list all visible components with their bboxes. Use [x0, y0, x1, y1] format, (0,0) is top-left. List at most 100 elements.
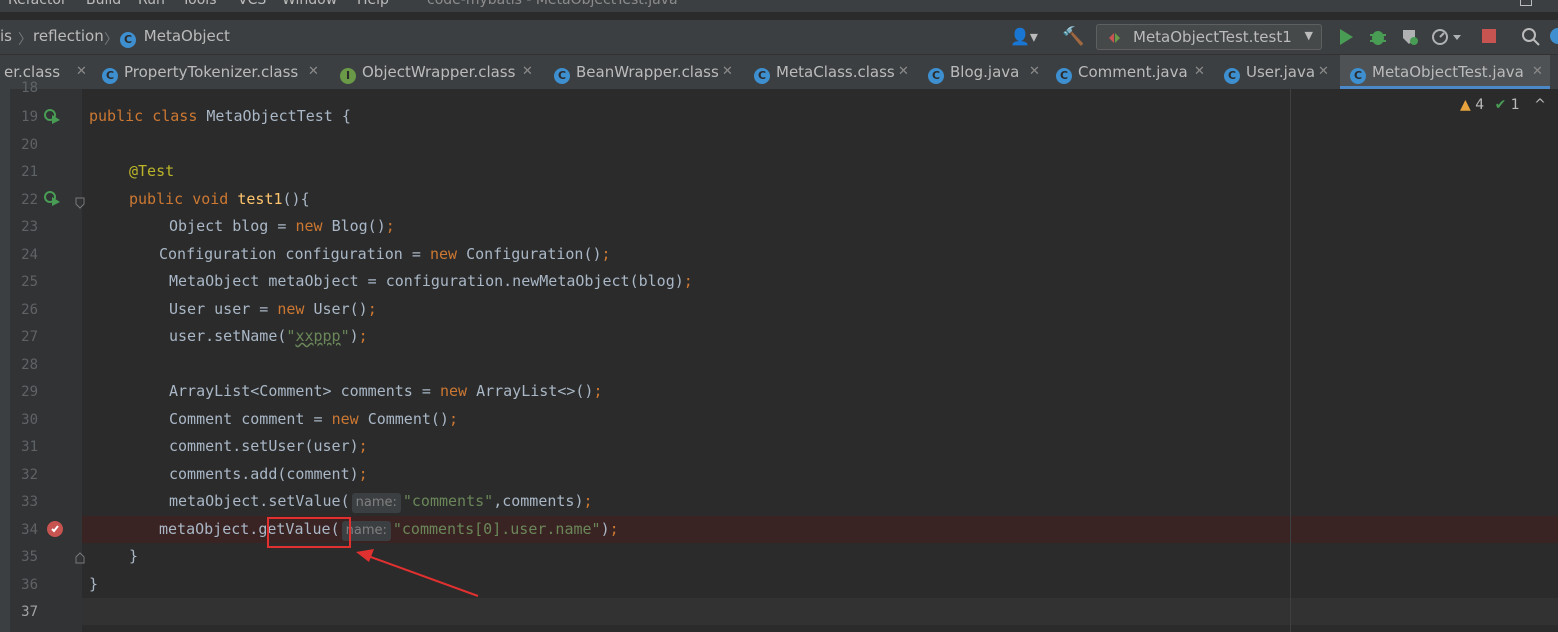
- code-text: Configuration configuration =: [159, 245, 430, 263]
- code-line-31[interactable]: comment.setUser(user);: [169, 437, 368, 455]
- restore-window-icon[interactable]: [1520, 0, 1532, 6]
- code-line-24[interactable]: Configuration configuration = new Config…: [159, 245, 611, 263]
- code-text: }: [129, 547, 139, 565]
- line-number: 26: [21, 302, 38, 318]
- breadcrumb-item[interactable]: is: [0, 27, 12, 45]
- tab-beanwrapper[interactable]: C BeanWrapper.class ✕: [554, 55, 740, 89]
- user-account-icon[interactable]: 👤▾: [1010, 27, 1038, 47]
- class-icon: C: [554, 68, 570, 84]
- search-icon[interactable]: [1521, 27, 1541, 51]
- code-text: metaObject.setValue(: [169, 492, 350, 510]
- close-icon[interactable]: ✕: [1194, 64, 1205, 79]
- code-text: (){: [282, 190, 310, 208]
- close-icon[interactable]: ✕: [76, 64, 87, 79]
- tab-label: MetaObjectTest.java: [1372, 63, 1524, 81]
- code-text: comment.setUser(user): [169, 437, 359, 455]
- warning-icon: ▲: [1460, 97, 1471, 113]
- breakpoint-icon[interactable]: [46, 520, 64, 542]
- close-icon[interactable]: ✕: [898, 64, 909, 79]
- close-icon[interactable]: ✕: [1029, 64, 1040, 79]
- code-line-34[interactable]: metaObject.getValue(name: "comments[0].us…: [159, 520, 619, 541]
- line-number: 32: [21, 467, 38, 483]
- run-configuration-select[interactable]: MetaObjectTest.test1 ▼: [1096, 24, 1322, 50]
- breadcrumb-separator-icon: 〉: [18, 32, 32, 48]
- code-editor[interactable]: [82, 89, 1558, 632]
- line-number: 27: [21, 329, 38, 345]
- code-line-22[interactable]: public void test1(){: [129, 190, 310, 208]
- tab-metaclass[interactable]: C MetaClass.class ✕: [754, 55, 920, 89]
- close-icon[interactable]: ✕: [308, 64, 319, 79]
- chevron-up-icon[interactable]: ^: [1534, 97, 1546, 113]
- line-number: 23: [21, 219, 38, 235]
- code-line-23[interactable]: Object blog = new Blog();: [169, 217, 395, 235]
- semicolon: ;: [683, 272, 693, 290]
- breadcrumb-current[interactable]: C MetaObject: [120, 27, 230, 48]
- run-test-method-icon[interactable]: [43, 190, 61, 210]
- fold-icon[interactable]: [75, 194, 85, 213]
- profile-icon[interactable]: [1431, 27, 1461, 51]
- close-icon[interactable]: ✕: [1318, 64, 1329, 79]
- stop-icon[interactable]: [1482, 29, 1496, 43]
- check-icon: ✔: [1494, 97, 1507, 113]
- line-number: 36: [21, 577, 38, 593]
- tab-comment-java[interactable]: C Comment.java ✕: [1056, 55, 1214, 89]
- code-line-27[interactable]: user.setName("xxppp");: [169, 327, 368, 345]
- run-icon[interactable]: [1338, 28, 1354, 50]
- tab-blog-java[interactable]: C Blog.java ✕: [928, 55, 1050, 89]
- code-text: }: [89, 575, 99, 593]
- warning-count: 4: [1475, 97, 1485, 113]
- class-icon: C: [1056, 68, 1072, 84]
- fold-end-icon[interactable]: [75, 549, 85, 568]
- code-line-36[interactable]: }: [89, 575, 98, 593]
- code-line-25[interactable]: MetaObject metaObject = configuration.ne…: [169, 272, 693, 290]
- debug-icon[interactable]: [1368, 27, 1388, 51]
- tab-user-java[interactable]: C User.java ✕: [1224, 55, 1344, 89]
- menu-build[interactable]: Build: [86, 0, 121, 8]
- tab-label: er.class: [4, 63, 61, 81]
- code-line-35[interactable]: }: [129, 547, 138, 565]
- caret-line-highlight: [82, 598, 1558, 625]
- menu-vcs[interactable]: VCS: [238, 0, 266, 8]
- code-line-19[interactable]: public class MetaObjectTest {: [89, 107, 351, 125]
- code-text: metaObject.: [159, 520, 259, 538]
- code-text: Comment comment =: [169, 410, 332, 428]
- menu-tools[interactable]: Tools: [182, 0, 217, 8]
- code-line-32[interactable]: comments.add(comment);: [169, 465, 368, 483]
- semicolon: ;: [448, 410, 458, 428]
- tab-label: User.java: [1246, 63, 1316, 81]
- breadcrumb-item[interactable]: reflection: [33, 27, 104, 45]
- line-number: 19: [21, 109, 38, 125]
- tab-metaobjecttest-java[interactable]: C MetaObjectTest.java ✕: [1340, 55, 1550, 89]
- tab-label: Blog.java: [950, 63, 1020, 81]
- code-line-21[interactable]: @Test: [129, 162, 174, 180]
- menu-run[interactable]: Run: [138, 0, 165, 8]
- code-line-33[interactable]: metaObject.setValue(name: "comments",comm…: [169, 492, 593, 513]
- left-tool-strip[interactable]: [0, 89, 10, 632]
- keyword: new: [439, 382, 468, 400]
- tab-label: ObjectWrapper.class: [362, 63, 516, 81]
- run-test-class-icon[interactable]: [43, 108, 61, 128]
- build-hammer-icon[interactable]: 🔨: [1062, 27, 1084, 47]
- tab-propertytokenizer[interactable]: C PropertyTokenizer.class ✕: [102, 55, 328, 89]
- code-text: ,comments): [493, 492, 584, 510]
- line-number: 24: [21, 247, 38, 263]
- code-line-29[interactable]: ArrayList<Comment> comments = new ArrayL…: [169, 382, 603, 400]
- code-line-26[interactable]: User user = new User();: [169, 300, 377, 318]
- menu-help[interactable]: Help: [357, 0, 389, 8]
- menu-window[interactable]: Window: [282, 0, 337, 8]
- close-icon[interactable]: ✕: [522, 64, 533, 79]
- code-text: ArrayList<Comment> comments =: [169, 382, 440, 400]
- menu-refactor[interactable]: Refactor: [8, 0, 67, 8]
- semicolon: ;: [358, 465, 368, 483]
- test-config-icon: [1107, 30, 1121, 44]
- close-icon[interactable]: ✕: [722, 64, 733, 79]
- close-icon[interactable]: ✕: [1532, 64, 1543, 79]
- window-title: code-mybatis - MetaObjectTest.java: [427, 0, 678, 8]
- semicolon: ;: [367, 300, 377, 318]
- code-line-30[interactable]: Comment comment = new Comment();: [169, 410, 458, 428]
- inspection-widget[interactable]: ▲ 4 ✔ 1 ^: [1460, 97, 1546, 113]
- tab-objectwrapper[interactable]: I ObjectWrapper.class ✕: [340, 55, 538, 89]
- line-number-current: 37: [21, 604, 38, 620]
- coverage-icon[interactable]: [1401, 28, 1419, 50]
- class-icon: C: [754, 68, 770, 84]
